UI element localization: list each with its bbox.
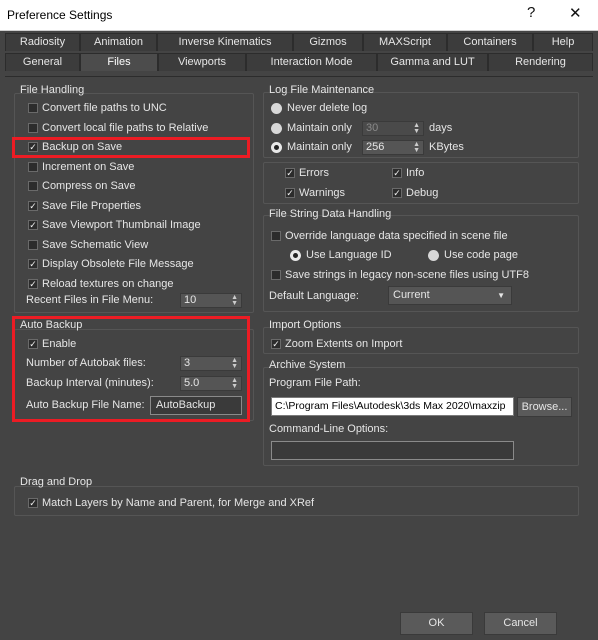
option-compress-on-save[interactable]: Compress on Save xyxy=(28,180,136,192)
log-days-spinner[interactable]: 30 ▲ ▼ xyxy=(362,121,424,136)
help-icon[interactable]: ? xyxy=(527,4,535,21)
checkbox-checked[interactable]: ✓ xyxy=(392,188,402,198)
checkbox[interactable] xyxy=(28,181,38,191)
window-title: Preference Settings xyxy=(7,8,113,22)
program-path-label: Program File Path: xyxy=(269,377,361,389)
drag-drop-title: Drag and Drop xyxy=(20,476,93,488)
checkbox-checked[interactable]: ✓ xyxy=(28,201,38,211)
tab-animation[interactable]: Animation xyxy=(80,33,157,51)
ok-button[interactable]: OK xyxy=(400,612,473,635)
radio-button[interactable] xyxy=(428,249,439,261)
close-icon[interactable]: ✕ xyxy=(569,4,582,22)
checkbox[interactable] xyxy=(28,123,38,133)
import-options-title: Import Options xyxy=(269,319,342,331)
highlight-box-auto-backup xyxy=(12,316,250,422)
radio-use-language-id[interactable]: Use Language ID xyxy=(290,249,392,261)
tab-files[interactable]: Files xyxy=(80,53,158,71)
checkbox-checked[interactable]: ✓ xyxy=(271,339,281,349)
default-language-label: Default Language: xyxy=(269,290,359,302)
tab-row-bottom: General Files Viewports Interaction Mode… xyxy=(5,53,593,71)
default-language-dropdown[interactable]: Current ▼ xyxy=(388,286,512,305)
option-display-obsolete-message[interactable]: ✓ Display Obsolete File Message xyxy=(28,258,194,270)
tab-radiosity[interactable]: Radiosity xyxy=(5,33,80,51)
option-convert-relative[interactable]: Convert local file paths to Relative xyxy=(28,122,208,134)
tab-general[interactable]: General xyxy=(5,53,80,71)
recent-files-label: Recent Files in File Menu: xyxy=(26,294,154,306)
radio-maintain-days[interactable]: Maintain only xyxy=(271,122,352,134)
tab-viewports[interactable]: Viewports xyxy=(158,53,246,71)
highlight-box-backup-on-save xyxy=(12,137,250,158)
option-save-viewport-thumbnail[interactable]: ✓ Save Viewport Thumbnail Image xyxy=(28,219,201,231)
radio-button-selected[interactable] xyxy=(271,141,282,153)
tab-help[interactable]: Help xyxy=(533,33,593,51)
checkbox[interactable] xyxy=(28,103,38,113)
tab-rendering[interactable]: Rendering xyxy=(488,53,593,71)
checkbox-checked[interactable]: ✓ xyxy=(285,168,295,178)
option-match-layers[interactable]: ✓ Match Layers by Name and Parent, for M… xyxy=(28,497,314,509)
cmdline-label: Command-Line Options: xyxy=(269,423,389,435)
spinner-arrows-icon[interactable]: ▲ ▼ xyxy=(413,122,420,135)
tab-gizmos[interactable]: Gizmos xyxy=(293,33,363,51)
cancel-button[interactable]: Cancel xyxy=(484,612,557,635)
radio-button-selected[interactable] xyxy=(290,249,301,261)
option-save-file-properties[interactable]: ✓ Save File Properties xyxy=(28,200,141,212)
tab-maxscript[interactable]: MAXScript xyxy=(363,33,447,51)
option-save-schematic-view[interactable]: Save Schematic View xyxy=(28,239,148,251)
option-override-language[interactable]: Override language data specified in scen… xyxy=(271,230,508,242)
tab-containers[interactable]: Containers xyxy=(447,33,533,51)
radio-use-code-page[interactable]: Use code page xyxy=(428,249,518,261)
checkbox[interactable] xyxy=(28,162,38,172)
kb-unit-label: KBytes xyxy=(429,141,464,153)
option-errors[interactable]: ✓ Errors xyxy=(285,167,329,179)
option-zoom-extents[interactable]: ✓ Zoom Extents on Import xyxy=(271,338,402,350)
radio-maintain-kb[interactable]: Maintain only xyxy=(271,141,352,153)
string-handling-title: File String Data Handling xyxy=(269,208,392,220)
radio-button[interactable] xyxy=(271,102,282,114)
footer-bar: OK Cancel xyxy=(0,600,598,640)
radio-never-delete[interactable]: Never delete log xyxy=(271,102,367,114)
tab-interaction-mode[interactable]: Interaction Mode xyxy=(246,53,377,71)
radio-button[interactable] xyxy=(271,122,282,134)
option-save-utf8[interactable]: Save strings in legacy non-scene files u… xyxy=(271,269,529,281)
checkbox[interactable] xyxy=(28,240,38,250)
cmdline-input[interactable] xyxy=(271,441,514,460)
browse-button[interactable]: Browse... xyxy=(517,397,572,417)
checkbox-checked[interactable]: ✓ xyxy=(28,279,38,289)
log-file-title: Log File Maintenance xyxy=(269,84,375,96)
file-handling-title: File Handling xyxy=(20,84,85,96)
option-warnings[interactable]: ✓ Warnings xyxy=(285,187,345,199)
option-reload-textures[interactable]: ✓ Reload textures on change xyxy=(28,278,173,290)
checkbox-checked[interactable]: ✓ xyxy=(28,259,38,269)
checkbox[interactable] xyxy=(271,270,281,280)
recent-files-spinner[interactable]: 10 ▲ ▼ xyxy=(180,293,242,308)
spinner-arrows-icon[interactable]: ▲ ▼ xyxy=(231,294,238,307)
option-increment-on-save[interactable]: Increment on Save xyxy=(28,161,134,173)
option-info[interactable]: ✓ Info xyxy=(392,167,424,179)
checkbox-checked[interactable]: ✓ xyxy=(285,188,295,198)
checkbox-checked[interactable]: ✓ xyxy=(28,220,38,230)
chevron-down-icon: ▼ xyxy=(497,291,505,300)
option-debug[interactable]: ✓ Debug xyxy=(392,187,438,199)
tab-inverse-kinematics[interactable]: Inverse Kinematics xyxy=(157,33,293,51)
program-path-input[interactable]: C:\Program Files\Autodesk\3ds Max 2020\m… xyxy=(271,397,514,416)
log-kb-spinner[interactable]: 256 ▲ ▼ xyxy=(362,140,424,155)
checkbox-checked[interactable]: ✓ xyxy=(28,498,38,508)
option-convert-unc[interactable]: Convert file paths to UNC xyxy=(28,102,167,114)
tab-gamma-and-lut[interactable]: Gamma and LUT xyxy=(377,53,488,71)
checkbox-checked[interactable]: ✓ xyxy=(392,168,402,178)
days-unit-label: days xyxy=(429,122,453,134)
spinner-arrows-icon[interactable]: ▲ ▼ xyxy=(413,141,420,154)
title-bar: Preference Settings ? ✕ xyxy=(0,0,598,31)
archive-system-title: Archive System xyxy=(269,359,346,371)
checkbox[interactable] xyxy=(271,231,281,241)
tab-row-top: Radiosity Animation Inverse Kinematics G… xyxy=(5,33,593,51)
